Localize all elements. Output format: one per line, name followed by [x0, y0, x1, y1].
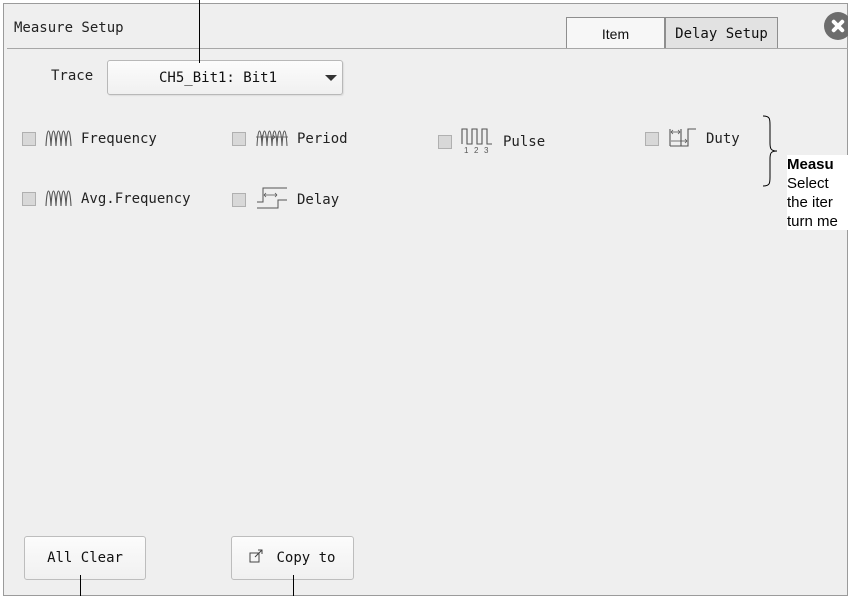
item-period[interactable]: Period [232, 126, 348, 152]
avg-frequency-icon [45, 186, 73, 212]
frequency-wave-icon [45, 126, 73, 152]
delay-checkbox[interactable] [232, 193, 246, 207]
trace-label: Trace [51, 68, 94, 84]
annotation-line: Select [787, 175, 829, 192]
delay-icon [255, 186, 289, 214]
frequency-checkbox[interactable] [22, 132, 36, 146]
pulse-label: Pulse [503, 134, 546, 150]
item-pulse[interactable]: 1 2 3 Pulse [438, 126, 545, 158]
copy-to-button[interactable]: Copy to [231, 536, 354, 580]
callout-line-trace [199, 0, 200, 63]
delay-label: Delay [297, 192, 340, 208]
period-wave-icon [255, 126, 289, 152]
avg-frequency-checkbox[interactable] [22, 192, 36, 206]
svg-text:1: 1 [464, 146, 469, 154]
all-clear-label: All Clear [47, 550, 123, 566]
pulse-checkbox[interactable] [438, 135, 452, 149]
trace-value: CH5_Bit1: Bit1 [159, 70, 278, 86]
chevron-down-icon [325, 75, 337, 81]
avg-frequency-label: Avg.Frequency [81, 191, 191, 207]
item-duty[interactable]: Duty [645, 126, 740, 152]
duty-checkbox[interactable] [645, 132, 659, 146]
callout-line-all-clear [80, 575, 81, 596]
tab-divider [7, 48, 848, 49]
pulse-train-icon: 1 2 3 [461, 126, 495, 158]
trace-select[interactable]: CH5_Bit1: Bit1 [107, 60, 343, 95]
annotation-line: turn me [787, 213, 838, 230]
item-delay[interactable]: Delay [232, 186, 339, 214]
item-avg-frequency[interactable]: Avg.Frequency [22, 186, 191, 212]
copy-to-label: Copy to [276, 550, 336, 566]
svg-text:2: 2 [474, 146, 479, 154]
duty-label: Duty [706, 131, 740, 147]
callout-annotation: Measu Select the iter turn me [787, 155, 848, 230]
annotation-line: the iter [787, 194, 833, 211]
frequency-label: Frequency [81, 131, 157, 147]
tab-delay-setup[interactable]: Delay Setup [665, 17, 778, 49]
tab-item[interactable]: Item [566, 17, 665, 49]
brace-icon [762, 115, 788, 191]
close-icon[interactable] [824, 12, 848, 40]
callout-line-copy-to [293, 575, 294, 596]
measure-setup-panel: Measure Setup Item Delay Setup Trace CH5… [3, 3, 848, 596]
annotation-title: Measu [787, 156, 834, 173]
period-checkbox[interactable] [232, 132, 246, 146]
panel-title: Measure Setup [14, 20, 124, 36]
item-frequency[interactable]: Frequency [22, 126, 157, 152]
svg-text:3: 3 [484, 146, 489, 154]
period-label: Period [297, 131, 348, 147]
copy-icon [249, 549, 263, 567]
duty-cycle-icon [668, 126, 698, 152]
all-clear-button[interactable]: All Clear [24, 536, 146, 580]
